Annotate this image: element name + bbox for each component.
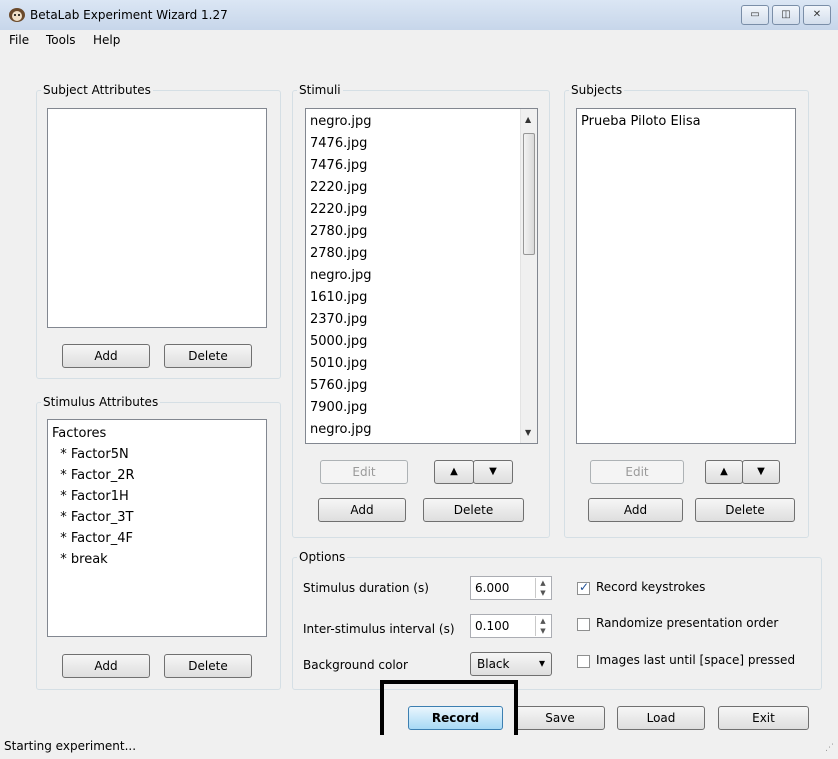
subject-attributes-legend: Subject Attributes (43, 83, 151, 97)
stimuli-delete-button[interactable]: Delete (423, 498, 524, 522)
subjects-move-up-button[interactable]: ▲ (705, 460, 743, 484)
stimulus-item[interactable]: 5760.jpg (310, 378, 367, 393)
stimulus-attr-item[interactable]: * Factor1H (52, 489, 129, 504)
subject-item[interactable]: Prueba Piloto Elisa (581, 114, 701, 129)
app-logo-icon (8, 7, 26, 23)
load-button[interactable]: Load (617, 706, 705, 730)
chevron-down-icon[interactable]: ▾ (539, 656, 545, 670)
stimulus-attr-item[interactable]: * break (52, 552, 107, 567)
record-keystrokes-checkbox[interactable]: ✓ (577, 580, 590, 595)
stimulus-item[interactable]: 2780.jpg (310, 224, 367, 239)
stimulus-item[interactable]: 7900.jpg (310, 400, 367, 415)
subjects-edit-button[interactable]: Edit (590, 460, 684, 484)
exit-button[interactable]: Exit (718, 706, 809, 730)
menu-bar (0, 30, 838, 52)
stimulus-attr-item[interactable]: Factores (52, 426, 106, 441)
subject-attr-add-button[interactable]: Add (62, 344, 150, 368)
stimulus-item[interactable]: 7476.jpg (310, 136, 367, 151)
stimuli-add-button[interactable]: Add (318, 498, 406, 522)
subjects-delete-button[interactable]: Delete (695, 498, 795, 522)
stimulus-attributes-list[interactable]: Factores * Factor5N * Factor_2R * Factor… (47, 419, 267, 637)
stimuli-scrollbar[interactable]: ▲ ▼ (520, 109, 537, 443)
stimulus-item[interactable]: 5000.jpg (310, 334, 367, 349)
background-color-value[interactable]: Black (477, 657, 509, 671)
isi-spinner[interactable]: 0.100 ▲ ▼ (470, 614, 552, 638)
isi-value[interactable]: 0.100 (475, 619, 509, 633)
stimulus-item[interactable]: negro.jpg (310, 114, 372, 129)
stimulus-item[interactable]: 2780.jpg (310, 246, 367, 261)
resize-grip-icon[interactable]: ⋰ (825, 744, 835, 756)
stimuli-move-up-button[interactable]: ▲ (434, 460, 474, 484)
window-title: BetaLab Experiment Wizard 1.27 (30, 8, 228, 22)
stimulus-item[interactable]: negro.jpg (310, 268, 372, 283)
menu-help[interactable]: Help (93, 33, 120, 47)
background-color-select[interactable]: Black ▾ (470, 652, 552, 676)
stimulus-item[interactable]: negro.jpg (310, 422, 372, 437)
background-color-label: Background color (303, 658, 408, 672)
subjects-add-button[interactable]: Add (588, 498, 683, 522)
stimulus-item[interactable]: 2220.jpg (310, 202, 367, 217)
scroll-thumb[interactable] (523, 133, 535, 255)
stimulus-attr-item[interactable]: * Factor5N (52, 447, 128, 462)
stimulus-attr-item[interactable]: * Factor_2R (52, 468, 134, 483)
stimuli-legend: Stimuli (299, 83, 341, 97)
stimulus-item[interactable]: 5010.jpg (310, 356, 367, 371)
subjects-legend: Subjects (571, 83, 623, 97)
stimuli-move-down-button[interactable]: ▼ (473, 460, 513, 484)
isi-label: Inter-stimulus interval (s) (303, 622, 455, 636)
menu-file[interactable]: File (9, 33, 29, 47)
stimulus-attr-add-button[interactable]: Add (62, 654, 150, 678)
stimulus-duration-value[interactable]: 6.000 (475, 581, 509, 595)
stimulus-attributes-legend: Stimulus Attributes (43, 395, 159, 409)
stimulus-attr-item[interactable]: * Factor_3T (52, 510, 133, 525)
subject-attr-delete-button[interactable]: Delete (164, 344, 252, 368)
stepper-arrows-icon[interactable]: ▲ ▼ (535, 616, 550, 636)
stimulus-item[interactable]: 2220.jpg (310, 180, 367, 195)
subject-attributes-list[interactable] (47, 108, 267, 328)
scroll-down-icon[interactable]: ▼ (525, 428, 531, 437)
randomize-order-checkbox[interactable] (577, 618, 590, 631)
check-icon: ✓ (579, 580, 590, 594)
stimulus-item[interactable]: 7476.jpg (310, 158, 367, 173)
record-keystrokes-label[interactable]: Record keystrokes (596, 580, 705, 594)
save-button[interactable]: Save (515, 706, 605, 730)
minimize-button[interactable]: ▭ (741, 5, 769, 25)
stimuli-edit-button[interactable]: Edit (320, 460, 408, 484)
menu-tools[interactable]: Tools (46, 33, 76, 47)
close-button[interactable]: ✕ (803, 5, 831, 25)
stepper-arrows-icon[interactable]: ▲ ▼ (535, 578, 550, 598)
scroll-up-icon[interactable]: ▲ (525, 115, 531, 124)
stimulus-duration-spinner[interactable]: 6.000 ▲ ▼ (470, 576, 552, 600)
images-last-label[interactable]: Images last until [space] pressed (596, 653, 795, 667)
images-last-checkbox[interactable] (577, 655, 590, 668)
randomize-order-label[interactable]: Randomize presentation order (596, 616, 778, 630)
stimulus-item[interactable]: 1610.jpg (310, 290, 367, 305)
maximize-button[interactable]: ◫ (772, 5, 800, 25)
subjects-move-down-button[interactable]: ▼ (742, 460, 780, 484)
stimuli-list[interactable]: negro.jpg 7476.jpg 7476.jpg 2220.jpg 222… (305, 108, 538, 444)
subjects-list[interactable]: Prueba Piloto Elisa (576, 108, 796, 444)
status-text: Starting experiment... (4, 739, 137, 753)
stimulus-item[interactable]: 2370.jpg (310, 312, 367, 327)
stimulus-attr-delete-button[interactable]: Delete (164, 654, 252, 678)
stimulus-attr-item[interactable]: * Factor_4F (52, 531, 133, 546)
options-legend: Options (299, 550, 346, 564)
stimulus-duration-label: Stimulus duration (s) (303, 581, 429, 595)
